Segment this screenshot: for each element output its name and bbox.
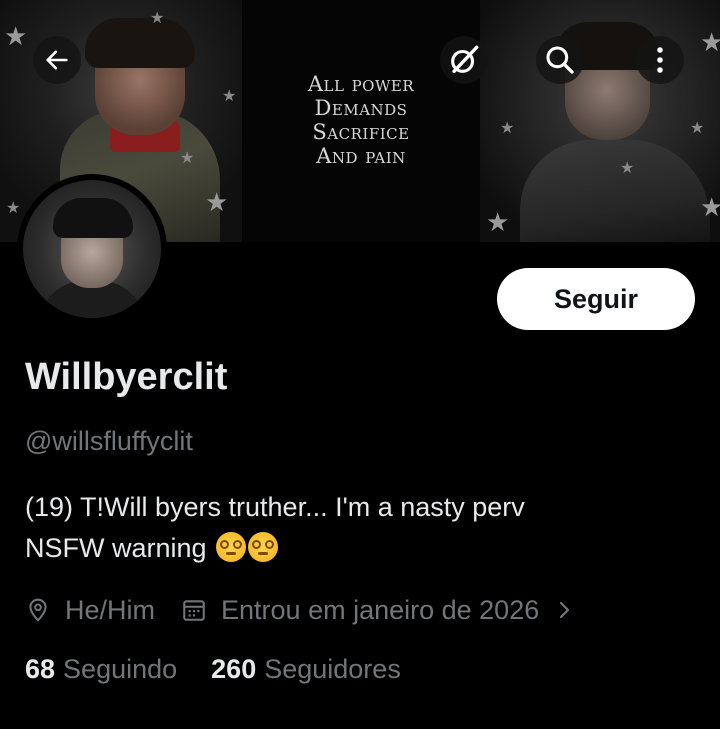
bio-line-2: NSFW warning	[25, 528, 705, 569]
star-decoration: ★	[700, 28, 720, 58]
pronouns-text: He/Him	[65, 594, 156, 625]
pronouns-item: He/Him	[25, 595, 155, 626]
back-button[interactable]	[33, 36, 81, 84]
calendar-icon	[181, 597, 207, 623]
follow-stats: 68 Seguindo 260 Seguidores	[25, 654, 401, 685]
more-vertical-icon	[657, 47, 663, 73]
following-label: Seguindo	[63, 654, 178, 684]
star-decoration: ★	[4, 22, 28, 52]
star-decoration: ★	[500, 118, 515, 137]
followers-label: Seguidores	[264, 654, 401, 684]
star-decoration: ★	[486, 208, 510, 238]
joined-date-item[interactable]: Entrou em janeiro de 2026	[181, 595, 573, 626]
chevron-right-icon	[557, 597, 573, 623]
star-decoration: ★	[222, 86, 237, 105]
star-decoration: ★	[700, 193, 720, 223]
dizzy-face-emoji	[248, 532, 279, 562]
more-options-button[interactable]	[636, 36, 684, 84]
star-decoration: ★	[205, 188, 229, 218]
banner-quote-line: Demands	[314, 96, 408, 120]
star-decoration: ★	[620, 158, 635, 177]
user-handle: @willsfluffyclit	[25, 426, 193, 456]
followers-link[interactable]: 260 Seguidores	[211, 654, 401, 685]
bio-line: (19) T!Will byers truther... I'm a nasty…	[25, 492, 525, 522]
followers-count: 260	[211, 654, 257, 684]
banner-photo-right	[480, 0, 720, 242]
banner-quote-line: All power	[307, 72, 415, 96]
back-arrow-icon	[46, 50, 68, 70]
following-count: 68	[25, 654, 56, 684]
profile-bio: (19) T!Will byers truther... I'm a nasty…	[25, 487, 705, 569]
search-button[interactable]	[536, 36, 584, 84]
grok-icon	[451, 45, 479, 74]
bio-text: NSFW warning	[25, 533, 207, 563]
profile-meta: He/Him Entrou em janeiro de 2026	[25, 590, 573, 630]
star-decoration: ★	[150, 8, 165, 27]
star-decoration: ★	[180, 148, 195, 167]
avatar[interactable]	[17, 174, 167, 324]
dizzy-face-emoji	[216, 532, 247, 562]
banner-quote-line: And pain	[316, 144, 406, 168]
banner-quote: All power Demands Sacrifice And pain	[242, 72, 480, 168]
search-icon	[546, 46, 574, 74]
following-link[interactable]: 68 Seguindo	[25, 654, 177, 685]
grok-button[interactable]	[440, 36, 488, 84]
display-name: Willbyerclit	[25, 356, 228, 398]
star-decoration: ★	[6, 198, 21, 217]
follow-button[interactable]: Seguir	[497, 268, 695, 330]
banner-quote-line: Sacrifice	[312, 120, 410, 144]
joined-date-text: Entrou em janeiro de 2026	[221, 594, 540, 625]
avatar-photo	[23, 180, 161, 318]
star-decoration: ★	[690, 118, 705, 137]
location-pin-icon	[25, 597, 51, 623]
